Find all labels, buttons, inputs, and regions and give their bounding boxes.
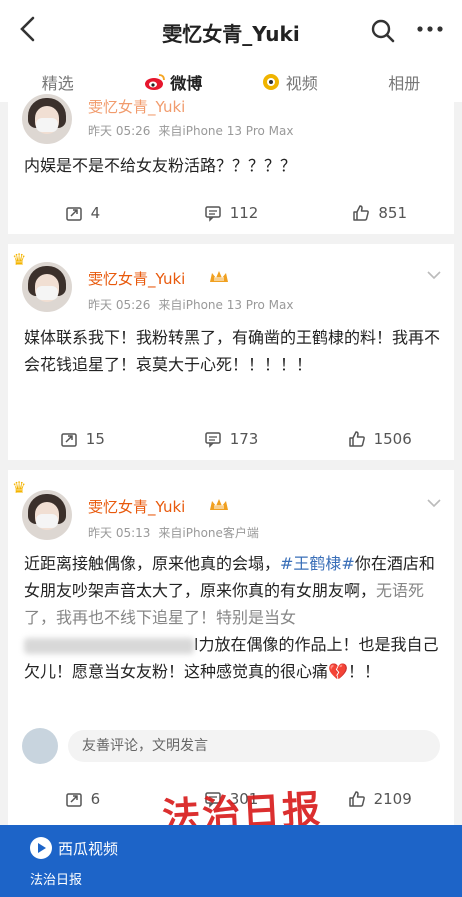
screen: 雯忆女青_Yuki 精选 微博 视频 相册 雯忆女青_Yuki 昨天 05:26… <box>0 0 462 897</box>
post-text: 媒体联系我下！我粉转黑了，有确凿的王鹤棣的料！我再不会花钱追星了！哀莫大于心死！… <box>24 328 441 374</box>
repost-icon <box>65 793 82 807</box>
avatar[interactable] <box>22 490 72 540</box>
like-count: 2109 <box>373 790 412 808</box>
post-text-part: ！！ <box>347 662 380 681</box>
weibo-icon <box>145 74 166 90</box>
vip-crown-icon <box>210 271 228 282</box>
post-meta: 昨天 05:26 来自iPhone 13 Pro Max <box>88 122 293 139</box>
chevron-down-icon[interactable] <box>426 498 442 508</box>
repost-count: 6 <box>90 790 101 808</box>
repost-icon <box>61 433 77 447</box>
tab-label: 相册 <box>388 74 421 93</box>
post-source: 来自iPhone客户端 <box>158 526 259 540</box>
post-card[interactable]: ♛ 雯忆女青_Yuki 昨天 05:13 来自iPhone客户端 近距离接触偶像，… <box>8 470 454 826</box>
thumbs-up-icon <box>348 791 365 807</box>
hashtag-link[interactable]: #王鹤棣# <box>280 554 355 573</box>
search-icon[interactable] <box>370 18 396 44</box>
tab-album[interactable]: 相册 <box>347 62 462 102</box>
like-count: 1506 <box>373 430 412 448</box>
author-name[interactable]: 雯忆女青_Yuki <box>88 96 185 117</box>
author-name[interactable]: 雯忆女青_Yuki <box>88 496 185 517</box>
repost-button[interactable]: 4 <box>8 202 157 224</box>
post-card[interactable]: ♛ 雯忆女青_Yuki 昨天 05:26 来自iPhone 13 Pro Max … <box>8 244 454 460</box>
post-time: 昨天 05:26 <box>88 298 151 312</box>
post-source: 来自iPhone 13 Pro Max <box>158 124 294 138</box>
video-icon <box>262 74 279 90</box>
profile-tabs: 精选 微博 视频 相册 <box>0 62 462 102</box>
comment-icon <box>204 432 221 448</box>
comment-composer: 友善评论，文明发言 <box>22 728 444 764</box>
play-icon <box>30 837 52 859</box>
crown-icon: ♛ <box>12 478 27 497</box>
post-source: 来自iPhone 13 Pro Max <box>158 298 294 312</box>
comment-button[interactable]: 112 <box>157 202 306 224</box>
source-name: 法治日报 <box>30 873 83 888</box>
avatar[interactable] <box>22 94 72 144</box>
video-source-bar: 西瓜视频 法治日报 <box>0 825 462 897</box>
crown-icon: ♛ <box>12 250 27 269</box>
repost-button[interactable]: 15 <box>8 428 157 450</box>
user-avatar <box>22 728 58 764</box>
author-name[interactable]: 雯忆女青_Yuki <box>88 268 185 289</box>
repost-count: 15 <box>85 430 105 448</box>
comment-button[interactable]: 173 <box>157 428 306 450</box>
post-meta: 昨天 05:13 来自iPhone客户端 <box>88 524 259 541</box>
blurred-region <box>24 637 194 654</box>
like-count: 851 <box>378 204 407 222</box>
chevron-down-icon[interactable] <box>426 270 442 280</box>
like-button[interactable]: 851 <box>305 202 454 224</box>
repost-button[interactable]: 6 <box>8 788 157 810</box>
post-text: 内娱是不是不给女友粉活路？？？？？ <box>24 156 297 175</box>
tab-video[interactable]: 视频 <box>231 62 347 102</box>
top-bar: 雯忆女青_Yuki <box>0 0 462 62</box>
thumbs-up-icon <box>353 205 370 221</box>
comment-count: 173 <box>229 430 259 448</box>
post-actions: 15 173 1506 <box>8 428 454 450</box>
vip-crown-icon <box>210 499 228 510</box>
post-time: 昨天 05:13 <box>88 526 151 540</box>
broken-heart-icon: 💔 <box>328 662 348 681</box>
like-button[interactable]: 2109 <box>305 788 454 810</box>
tab-label: 视频 <box>285 74 318 93</box>
repost-icon <box>65 207 82 221</box>
more-icon[interactable] <box>416 18 444 45</box>
comment-icon <box>204 206 221 222</box>
comment-count: 112 <box>229 204 259 222</box>
post-actions: 4 112 851 <box>8 202 454 224</box>
repost-count: 4 <box>90 204 101 222</box>
thumbs-up-icon <box>348 431 365 447</box>
avatar[interactable] <box>22 262 72 312</box>
app-name: 西瓜视频 <box>58 840 119 858</box>
like-button[interactable]: 1506 <box>305 428 454 450</box>
post-card[interactable]: 雯忆女青_Yuki 昨天 05:26 来自iPhone 13 Pro Max 内娱… <box>8 94 454 234</box>
post-time: 昨天 05:26 <box>88 124 151 138</box>
comment-input[interactable]: 友善评论，文明发言 <box>68 730 440 762</box>
tab-label: 微博 <box>170 74 203 93</box>
post-text-part: 近距离接触偶像，原来他真的会塌， <box>24 554 281 573</box>
post-text: 近距离接触偶像，原来他真的会塌，#王鹤棣#你在酒店和女朋友吵架声音太大了，原来你… <box>24 550 440 685</box>
post-meta: 昨天 05:26 来自iPhone 13 Pro Max <box>88 296 293 313</box>
tab-label: 精选 <box>41 74 74 93</box>
